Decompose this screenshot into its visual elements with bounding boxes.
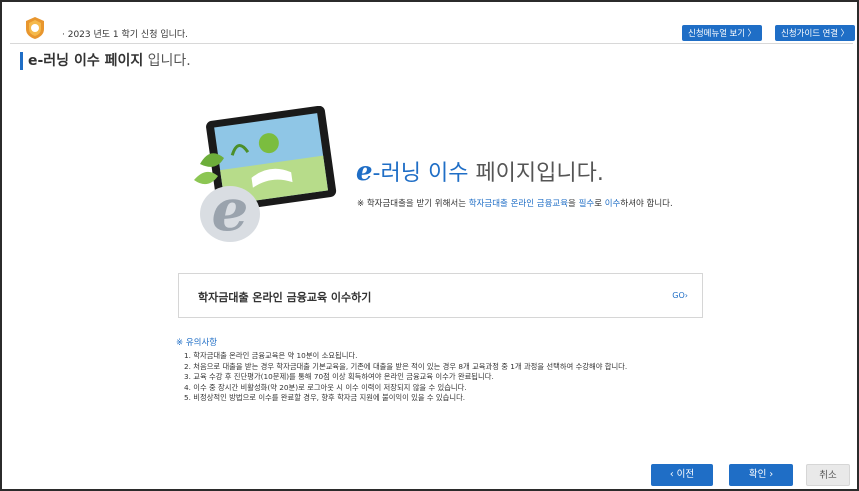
- cancel-button[interactable]: 취소: [806, 464, 850, 486]
- elearning-tablet-illustration: e: [194, 106, 337, 244]
- note-highlight-required: 필수: [578, 199, 595, 209]
- notice-item: 2. 처음으로 대출을 받는 경우 학자금대출 기본교육을, 기존에 대출을 받…: [184, 361, 628, 371]
- note-mid1: 을: [568, 199, 579, 209]
- course-go-link[interactable]: GO›: [672, 291, 688, 300]
- requirement-note: ※ 학자금대출을 받기 위해서는 학자금대출 온라인 금융교육을 필수로 이수하…: [357, 197, 673, 209]
- title-accent-bar: [20, 52, 23, 70]
- page-title-suffix: 입니다.: [143, 53, 191, 69]
- notice-item: 5. 비정상적인 방법으로 이수를 완료할 경우, 향후 학자금 지원에 불이익…: [184, 393, 466, 402]
- semester-notice: · 2023 년도 1 학기 신청 입니다.: [62, 30, 189, 40]
- top-bar: · 2023 년도 1 학기 신청 입니다. 신청메뉴얼 보기 〉 신청가이드 …: [10, 17, 855, 44]
- svg-text:e: e: [212, 176, 249, 244]
- application-guide-button[interactable]: 신청가이드 연결 〉: [775, 25, 855, 41]
- notice-item: 3. 교육 수강 후 진단평가(10문제)를 통해 70점 이상 획득하여야 온…: [184, 372, 494, 381]
- shield-logo-icon: [26, 17, 44, 39]
- confirm-button[interactable]: 확인 ›: [729, 464, 793, 486]
- page-frame: · 2023 년도 1 학기 신청 입니다. 신청메뉴얼 보기 〉 신청가이드 …: [0, 0, 859, 491]
- headline-mid: -러닝 이수: [372, 161, 469, 186]
- hero-headline: e-러닝 이수 페이지입니다.: [356, 155, 604, 187]
- note-suffix: 하셔야 합니다.: [620, 199, 673, 209]
- previous-button[interactable]: ‹ 이전: [651, 464, 713, 486]
- course-link-box[interactable]: 학자금대출 온라인 금융교육 이수하기 GO›: [178, 273, 703, 318]
- page-title-bold: e-러닝 이수 페이지: [28, 53, 144, 69]
- notice-title: ※ 유의사항: [176, 338, 218, 348]
- headline-e: e: [356, 157, 373, 187]
- note-prefix: ※ 학자금대출을 받기 위해서는: [357, 199, 469, 209]
- note-mid2: 로: [594, 199, 605, 209]
- note-highlight-complete: 이수: [604, 199, 621, 209]
- page-title: e-러닝 이수 페이지 입니다.: [28, 50, 191, 70]
- headline-end: 페이지입니다.: [468, 161, 604, 186]
- note-highlight-course: 학자금대출 온라인 금융교육: [468, 199, 569, 209]
- notice-item: 4. 이수 중 장시간 비활성화(약 20분)로 로그아웃 시 이수 이력이 저…: [184, 382, 467, 392]
- notice-item: 1. 학자금대출 온라인 금융교육은 약 10분이 소요됩니다.: [184, 351, 358, 360]
- application-manual-button[interactable]: 신청메뉴얼 보기 〉: [682, 25, 762, 41]
- notice-list: 1. 학자금대출 온라인 금융교육은 약 10분이 소요됩니다. 2. 처음으로…: [184, 351, 627, 404]
- course-link-label: 학자금대출 온라인 금융교육 이수하기: [198, 291, 372, 304]
